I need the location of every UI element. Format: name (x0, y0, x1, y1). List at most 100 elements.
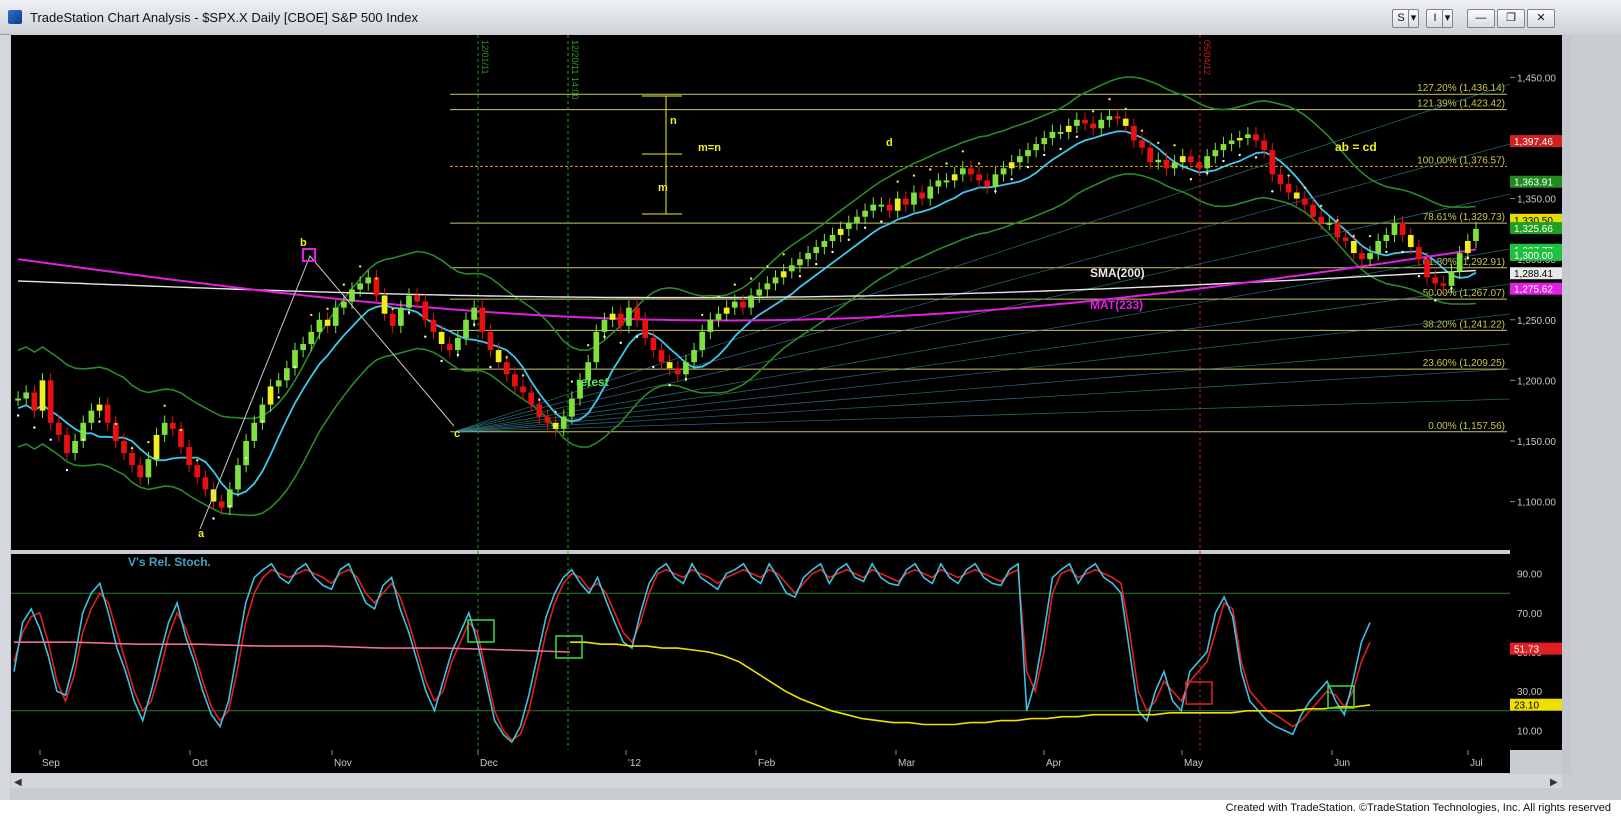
sar-dot (929, 168, 932, 171)
sar-dot (1254, 156, 1258, 159)
s-dropdown-icon[interactable]: ▾ (1408, 9, 1419, 28)
chart-annotation: MAT(233) (1090, 298, 1143, 312)
chart-annotation: retest (576, 375, 609, 389)
candle-body (699, 331, 706, 351)
candle-body (292, 350, 298, 369)
sar-dot (521, 374, 525, 377)
candle-body (626, 307, 632, 326)
time-tick-label: Feb (758, 758, 776, 769)
chart-annotation: b (300, 237, 307, 249)
candle-body (463, 319, 469, 338)
sar-dot (1319, 204, 1323, 208)
sar-dot (847, 238, 851, 241)
price-tick-label: 1,450.00 (1517, 73, 1556, 84)
candle-body (1188, 156, 1194, 163)
sar-dot (472, 323, 476, 326)
candle-body (243, 440, 249, 466)
candle-body (951, 174, 958, 181)
candle-body (1196, 162, 1202, 169)
candle-body (911, 192, 917, 205)
sar-dot (1352, 234, 1355, 238)
sar-dot (912, 174, 916, 177)
maximize-icon[interactable]: ❐ (1497, 9, 1525, 28)
minimize-icon[interactable]: — (1467, 9, 1495, 28)
tradestation-app-icon (8, 10, 22, 24)
candle-body (55, 422, 62, 435)
candle-body (674, 368, 681, 375)
chart-area[interactable]: ◀ ▶ 127.20% (1,436.14)121.39% (1,423.42)… (10, 34, 1621, 810)
candle-body (976, 174, 982, 181)
sar-dot (603, 335, 606, 338)
sar-dot (994, 190, 997, 193)
candle-body (88, 410, 95, 423)
sar-dot (33, 426, 36, 429)
fib-level-label: 127.20% (1,436.14) (1417, 83, 1505, 94)
chart-annotation: SMA(200) (1090, 266, 1145, 280)
sar-dot (880, 220, 883, 223)
candle-body (47, 380, 54, 423)
candle-body (935, 180, 942, 187)
candle-body (438, 331, 445, 344)
time-tick-label: Jun (1334, 758, 1350, 769)
horizontal-scrollbar[interactable] (11, 774, 1562, 788)
time-tick-label: Dec (480, 758, 498, 769)
sar-dot (733, 283, 736, 286)
sar-dot (49, 438, 52, 441)
sar-dot (1238, 153, 1241, 157)
candle-body (1302, 198, 1308, 205)
sar-dot (82, 438, 85, 441)
candle-body (731, 301, 738, 308)
candle-body (1269, 150, 1276, 175)
candle-body (365, 277, 372, 284)
candle-body (1261, 140, 1268, 151)
date-marker-label: 12/20/11 14:00 (570, 40, 580, 99)
candle-body (992, 174, 999, 187)
vertical-scrollbar[interactable] (1562, 35, 1571, 774)
candle-body (943, 180, 950, 183)
candle-body (316, 319, 323, 332)
oscillator-tick-label: 70.00 (1517, 609, 1542, 620)
candle-body (406, 295, 412, 308)
candle-body (748, 295, 754, 308)
candle-body (1057, 131, 1064, 134)
scroll-right-icon[interactable]: ▶ (1550, 777, 1558, 788)
candle-body (1114, 116, 1121, 119)
fib-level-label: 78.61% (1,329.73) (1423, 212, 1505, 223)
candle-body (1342, 237, 1349, 241)
oscillator-tick-label: 90.00 (1517, 570, 1542, 581)
candle-body (1098, 119, 1105, 129)
candle-body (1131, 125, 1137, 141)
candle-body (1424, 259, 1430, 278)
close-icon[interactable]: ✕ (1527, 9, 1555, 28)
candle-body (927, 186, 934, 199)
sar-dot (1417, 274, 1421, 278)
candle-body (112, 422, 119, 441)
sar-dot (1434, 299, 1437, 302)
candle-body (845, 222, 852, 229)
sar-dot (815, 262, 818, 266)
candle-body (552, 422, 559, 429)
candle-body (1310, 204, 1316, 217)
candle-body (813, 247, 820, 254)
sar-dot (863, 226, 867, 229)
candle-body (1236, 138, 1243, 141)
i-dropdown-icon[interactable]: ▾ (1442, 9, 1453, 28)
price-tick-label: 1,350.00 (1517, 195, 1556, 206)
sar-dot (782, 253, 785, 256)
candle-body (723, 307, 730, 314)
candle-body (984, 180, 991, 187)
chart-annotation: c (454, 428, 460, 440)
title-bar[interactable]: TradeStation Chart Analysis - $SPX.X Dai… (0, 0, 1621, 35)
candle-body (740, 301, 746, 308)
candle-body (902, 198, 909, 205)
scroll-left-icon[interactable]: ◀ (14, 777, 22, 788)
candle-body (1383, 234, 1390, 241)
candle-body (959, 168, 966, 175)
sar-dot (684, 377, 688, 381)
candle-body (373, 277, 380, 296)
sar-dot (505, 356, 508, 359)
sar-dot (130, 447, 134, 450)
candle-body (503, 362, 510, 375)
candle-body (389, 313, 396, 326)
candle-body (308, 331, 315, 344)
